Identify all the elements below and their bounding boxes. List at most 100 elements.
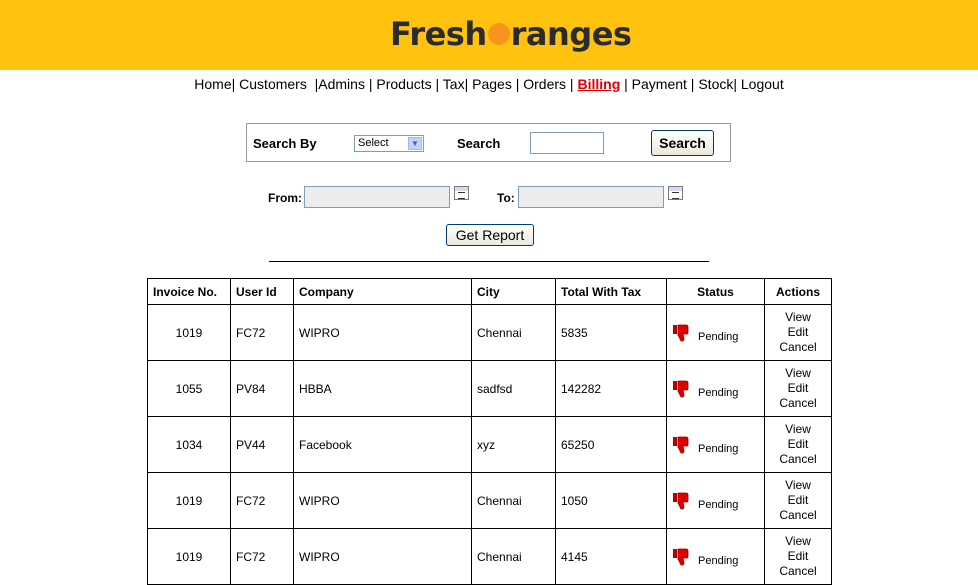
chevron-down-icon[interactable]: ▼ [408, 137, 422, 150]
header-actions: Actions [764, 278, 832, 305]
table-row: 1055 PV84 HBBA sadfsd 142282 Pending View Edit C… [147, 360, 832, 417]
nav-separator: | [733, 76, 741, 92]
edit-link[interactable]: Edit [770, 381, 826, 396]
header-city: City [471, 278, 556, 305]
search-by-select[interactable]: Select ▼ [354, 135, 424, 152]
cell-user-id: FC72 [230, 472, 294, 529]
cell-company: WIPRO [293, 528, 472, 585]
thumbs-down-icon [673, 324, 689, 341]
status-badge: Pending [698, 498, 739, 511]
edit-link[interactable]: Edit [770, 325, 826, 340]
cell-actions: View Edit Cancel [764, 416, 832, 473]
nav-separator: | [464, 76, 473, 92]
nav-link-admins[interactable]: Admins [318, 76, 365, 92]
status-badge: Pending [698, 554, 739, 567]
cell-total: 142282 [555, 360, 667, 417]
search-input[interactable] [530, 132, 604, 154]
nav-link-products[interactable]: Products [376, 76, 431, 92]
nav-separator: | [686, 76, 699, 92]
view-link[interactable]: View [770, 478, 826, 493]
view-link[interactable]: View [770, 422, 826, 437]
edit-link[interactable]: Edit [770, 493, 826, 508]
nav-link-customers[interactable]: Customers [239, 76, 307, 92]
cancel-link[interactable]: Cancel [770, 508, 826, 523]
cell-total: 4145 [555, 528, 667, 585]
table-row: 1019 FC72 WIPRO Chennai 1050 Pending View Edit C… [147, 472, 832, 529]
divider [269, 261, 709, 262]
status-badge: Pending [698, 386, 739, 399]
nav-link-home[interactable]: Home [194, 76, 231, 92]
thumbs-down-icon [673, 436, 689, 453]
cell-user-id: FC72 [230, 528, 294, 585]
cell-actions: View Edit Cancel [764, 472, 832, 529]
nav-link-billing[interactable]: Billing [577, 76, 620, 92]
header-total-with-tax: Total With Tax [555, 278, 667, 305]
header-user-id: User Id [230, 278, 294, 305]
to-label: To: [497, 191, 515, 205]
search-panel: Search By Select ▼ Search Search [246, 123, 731, 162]
from-date-input[interactable] [304, 186, 450, 208]
cell-company: HBBA [293, 360, 472, 417]
cell-invoice-no: 1034 [147, 416, 231, 473]
cell-city: sadfsd [471, 360, 556, 417]
cell-city: xyz [471, 416, 556, 473]
cancel-link[interactable]: Cancel [770, 452, 826, 467]
get-report-button[interactable]: Get Report [446, 224, 534, 246]
cell-company: Facebook [293, 416, 472, 473]
nav-separator: | [431, 76, 443, 92]
nav-separator: | [306, 76, 319, 92]
nav-link-logout[interactable]: Logout [741, 76, 784, 92]
view-link[interactable]: View [770, 366, 826, 381]
status-badge: Pending [698, 442, 739, 455]
table-row: 1034 PV44 Facebook xyz 65250 Pending View Edit C… [147, 416, 832, 473]
nav-separator: | [566, 76, 578, 92]
cancel-link[interactable]: Cancel [770, 564, 826, 579]
cell-city: Chennai [471, 528, 556, 585]
site-logo[interactable]: Fresh ranges [390, 14, 632, 54]
thumbs-down-icon [673, 492, 689, 509]
nav-separator: | [620, 76, 632, 92]
nav-separator: | [364, 76, 377, 92]
cell-status: Pending [666, 304, 765, 361]
thumbs-down-icon [673, 548, 689, 565]
cell-status: Pending [666, 528, 765, 585]
cancel-link[interactable]: Cancel [770, 396, 826, 411]
search-by-label: Search By [253, 136, 317, 151]
main-nav: Home| Customers |Admins | Products | Tax… [0, 76, 978, 92]
cell-actions: View Edit Cancel [764, 360, 832, 417]
site-header: Fresh ranges [0, 0, 978, 70]
cancel-link[interactable]: Cancel [770, 340, 826, 355]
from-calendar-icon[interactable] [454, 186, 469, 200]
cell-company: WIPRO [293, 472, 472, 529]
cell-invoice-no: 1019 [147, 472, 231, 529]
table-row: 1019 FC72 WIPRO Chennai 4145 Pending View Edit C… [147, 528, 832, 585]
cell-user-id: FC72 [230, 304, 294, 361]
to-calendar-icon[interactable] [668, 186, 683, 200]
cell-city: Chennai [471, 472, 556, 529]
nav-link-pages[interactable]: Pages [472, 76, 512, 92]
edit-link[interactable]: Edit [770, 437, 826, 452]
cell-total: 5835 [555, 304, 667, 361]
nav-link-payment[interactable]: Payment [632, 76, 687, 92]
table-row: 1019 FC72 WIPRO Chennai 5835 Pending View Edit C… [147, 304, 832, 361]
cell-invoice-no: 1055 [147, 360, 231, 417]
view-link[interactable]: View [770, 310, 826, 325]
search-by-select-value: Select [358, 137, 389, 149]
header-status: Status [666, 278, 765, 305]
view-link[interactable]: View [770, 534, 826, 549]
header-invoice-no: Invoice No. [147, 278, 231, 305]
cell-invoice-no: 1019 [147, 528, 231, 585]
from-label: From: [268, 191, 302, 205]
to-date-input[interactable] [518, 186, 664, 208]
invoice-table: Invoice No. User Id Company City Total W… [147, 278, 832, 585]
edit-link[interactable]: Edit [770, 549, 826, 564]
nav-link-tax[interactable]: Tax [443, 76, 465, 92]
nav-link-orders[interactable]: Orders [523, 76, 566, 92]
cell-city: Chennai [471, 304, 556, 361]
cell-user-id: PV84 [230, 360, 294, 417]
search-button[interactable]: Search [651, 130, 714, 156]
nav-link-stock[interactable]: Stock [698, 76, 733, 92]
cell-total: 65250 [555, 416, 667, 473]
status-badge: Pending [698, 330, 739, 343]
cell-actions: View Edit Cancel [764, 304, 832, 361]
